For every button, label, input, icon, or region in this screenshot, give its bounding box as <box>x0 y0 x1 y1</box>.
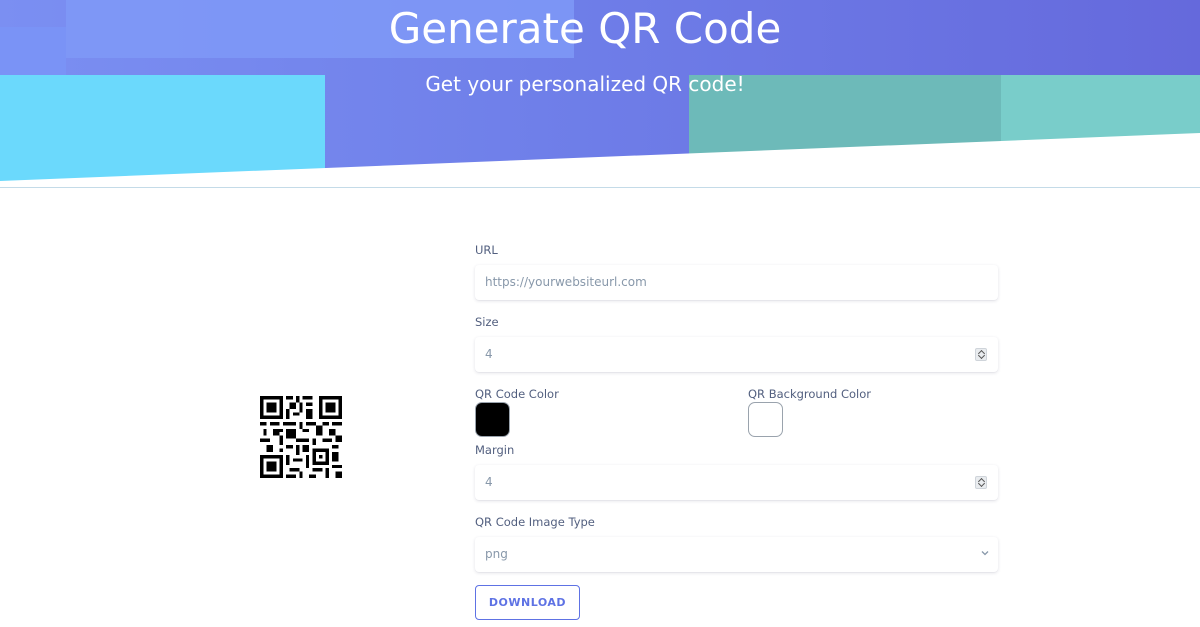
margin-label: Margin <box>475 443 515 457</box>
bg-color-picker[interactable] <box>748 402 783 437</box>
margin-value: 4 <box>485 475 493 489</box>
url-input[interactable]: https://yourwebsiteurl.com <box>475 265 998 300</box>
size-input[interactable]: 4 <box>475 337 998 372</box>
image-type-label: QR Code Image Type <box>475 515 595 529</box>
qr-color-label: QR Code Color <box>475 387 559 401</box>
image-type-value: png <box>485 547 508 561</box>
page-subtitle: Get your personalized QR code! <box>425 72 745 96</box>
url-label: URL <box>475 243 498 257</box>
number-stepper-icon[interactable] <box>975 348 987 361</box>
qr-code-preview <box>260 396 342 478</box>
hero-header: Generate QR Code Get your personalized Q… <box>0 0 1200 190</box>
divider <box>0 187 1200 188</box>
qr-color-picker[interactable] <box>475 402 510 437</box>
page-title: Generate QR Code <box>388 4 782 53</box>
chevron-down-icon <box>981 551 989 556</box>
url-placeholder: https://yourwebsiteurl.com <box>485 275 647 289</box>
number-stepper-icon[interactable] <box>975 476 987 489</box>
size-value: 4 <box>485 347 493 361</box>
image-type-select[interactable]: png <box>475 537 998 572</box>
download-button[interactable]: DOWNLOAD <box>475 585 580 620</box>
bg-color-label: QR Background Color <box>748 387 871 401</box>
size-label: Size <box>475 315 499 329</box>
margin-input[interactable]: 4 <box>475 465 998 500</box>
